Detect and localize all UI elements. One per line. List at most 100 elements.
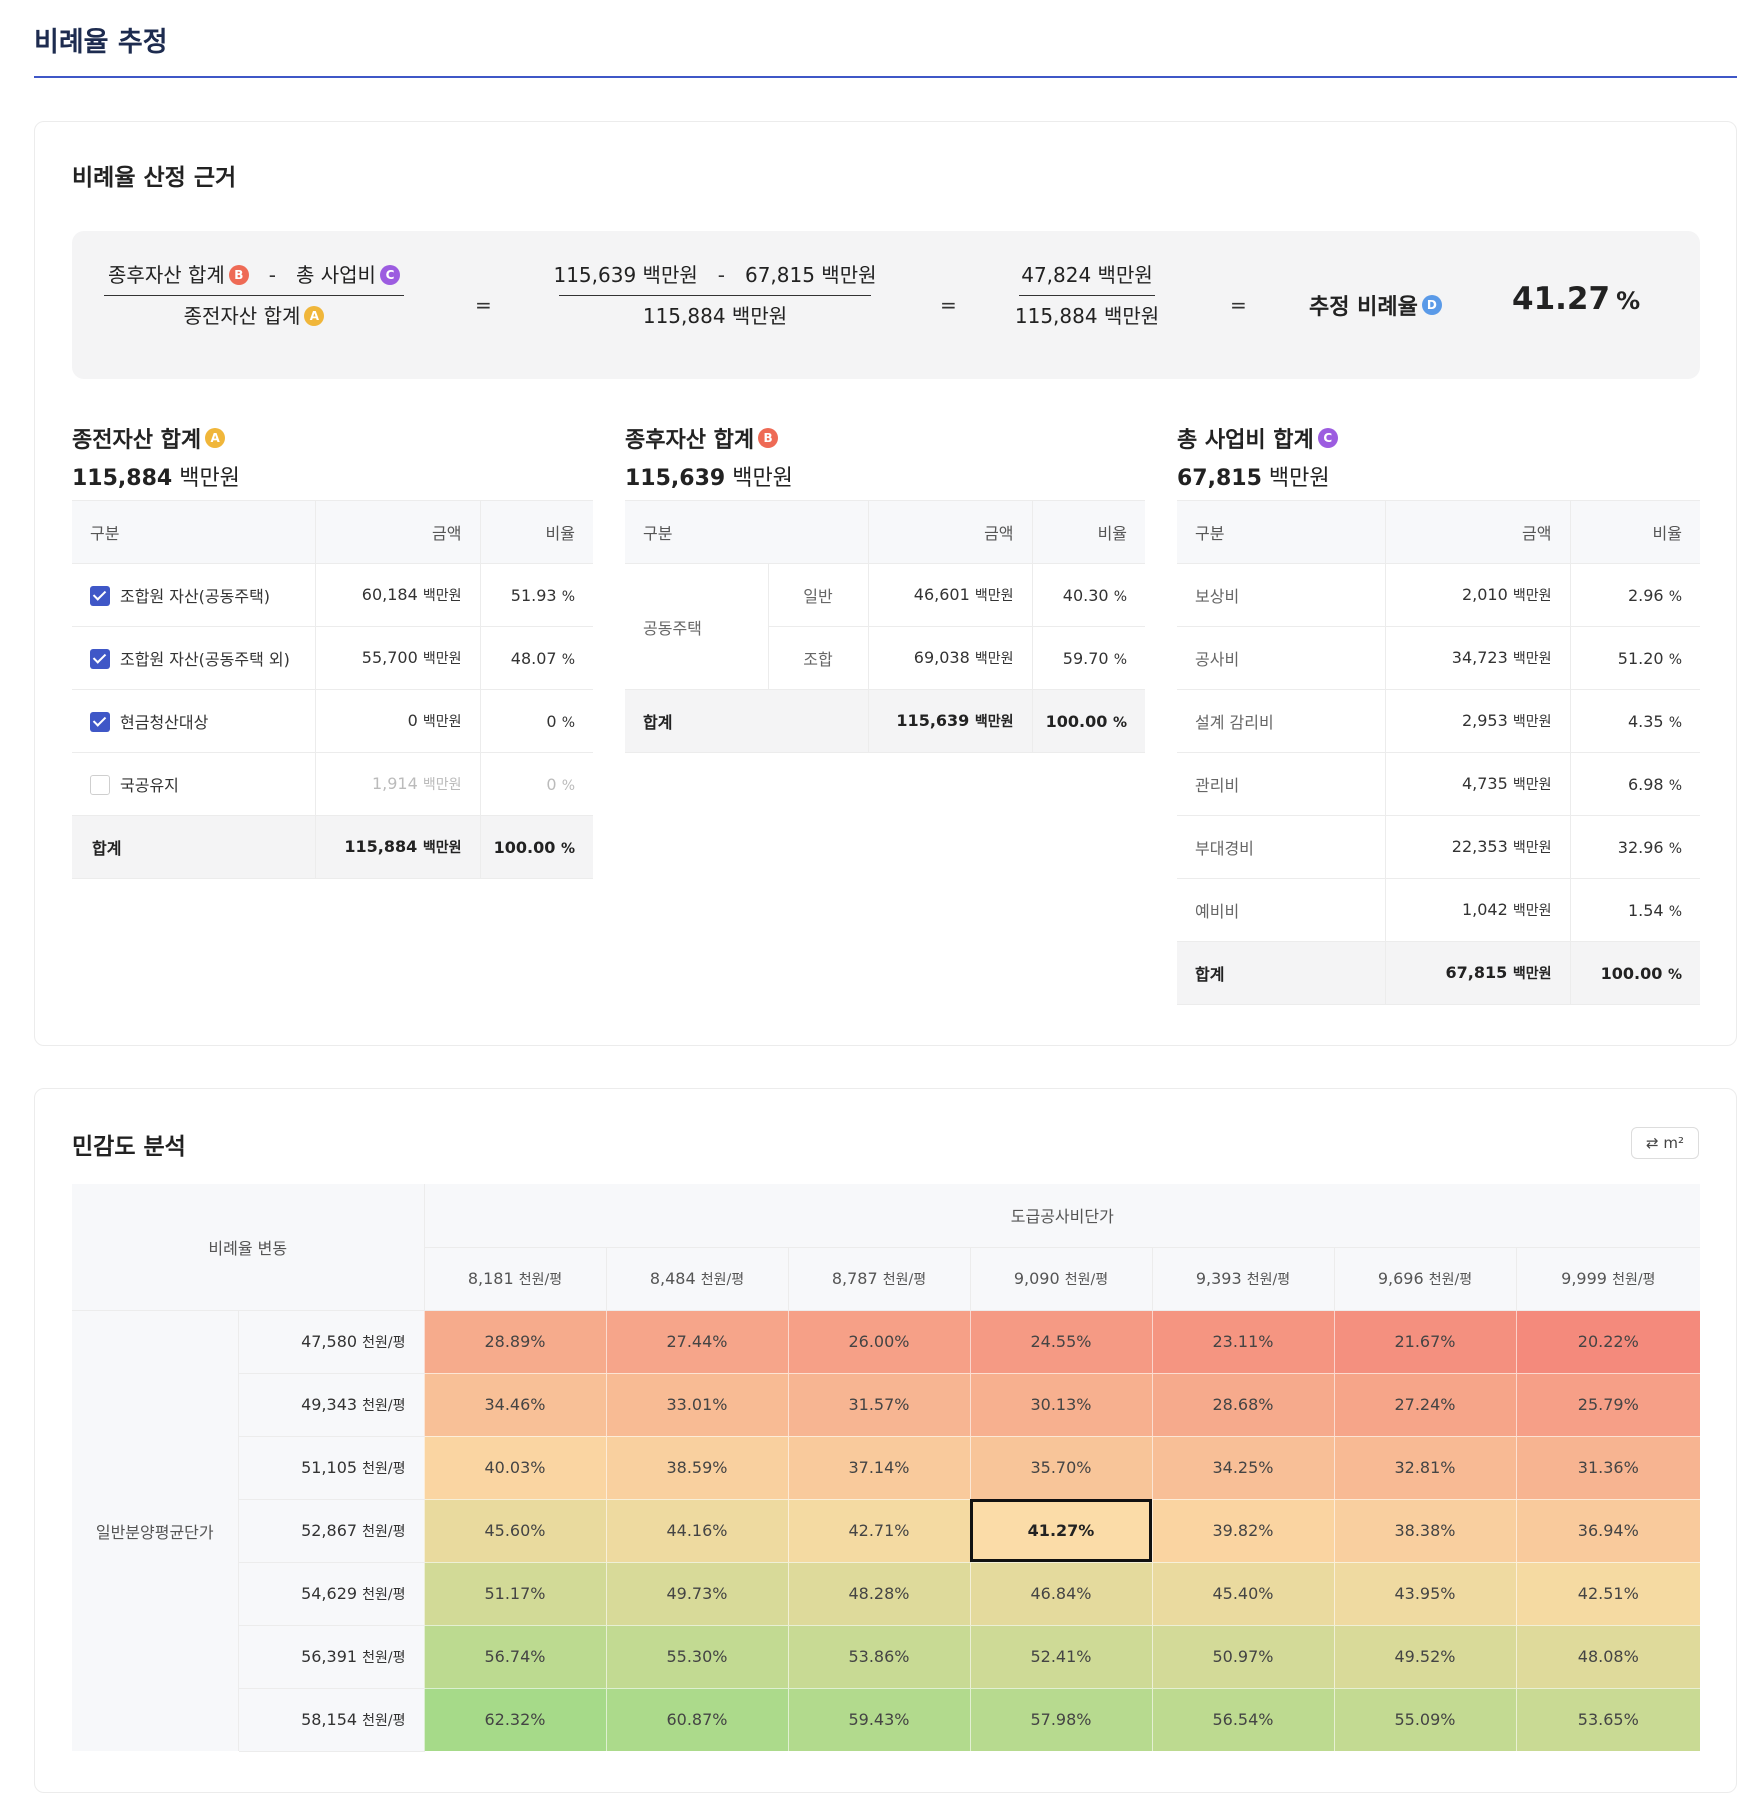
column-unit: 천원/평 [882, 1271, 927, 1288]
page-title: 비례율 추정 [34, 27, 168, 58]
col-header-ratio: 비율 [479, 500, 593, 564]
row-pct: % [1668, 588, 1682, 605]
heatmap-cell[interactable]: 49.73% [605, 1562, 788, 1626]
heatmap-cell[interactable]: 37.14% [787, 1436, 970, 1500]
heatmap-cell[interactable]: 42.51% [1515, 1562, 1701, 1626]
equals-sign-1: = [475, 293, 492, 317]
heatmap-cell[interactable]: 60.87% [605, 1688, 788, 1752]
heatmap-cell[interactable]: 44.16% [605, 1499, 788, 1563]
heatmap-cell[interactable]: 40.03% [423, 1436, 606, 1500]
table-row: 부대경비 22,353 백만원 32.96 % [1177, 815, 1700, 879]
row-unit: 천원/평 [362, 1334, 406, 1351]
heatmap-cell[interactable]: 31.57% [787, 1373, 970, 1437]
heatmap-cell[interactable]: 48.28% [787, 1562, 970, 1626]
column-value: 9,090 [1013, 1268, 1060, 1288]
column-header: 9,696 천원/평 [1333, 1247, 1516, 1311]
row-amount: 1,042 [1461, 900, 1508, 919]
unit-toggle-button[interactable]: ⇄ m² [1631, 1127, 1699, 1159]
row-pct: % [1668, 840, 1682, 857]
row-unit: 백만원 [422, 777, 462, 793]
row-amount: 2,010 [1461, 585, 1508, 604]
heatmap-cell[interactable]: 45.40% [1151, 1562, 1334, 1626]
row-ratio: 0 [546, 774, 557, 794]
table-row: 예비비 1,042 백만원 1.54 % [1177, 878, 1700, 942]
heatmap-cell[interactable]: 34.46% [423, 1373, 606, 1437]
heatmap-cell-selected[interactable]: 41.27% [969, 1499, 1152, 1563]
column-value: 8,484 [649, 1268, 696, 1288]
cost-title: 총 사업비 합계 C [1177, 422, 1338, 454]
heatmap-cell[interactable]: 53.65% [1515, 1688, 1701, 1752]
heatmap-cell[interactable]: 38.59% [605, 1436, 788, 1500]
heatmap-cell[interactable]: 33.01% [605, 1373, 788, 1437]
heatmap-cell[interactable]: 21.67% [1333, 1310, 1516, 1374]
heatmap-cell[interactable]: 34.25% [1151, 1436, 1334, 1500]
heatmap-cell[interactable]: 23.11% [1151, 1310, 1334, 1374]
heatmap-cell[interactable]: 46.84% [969, 1562, 1152, 1626]
checkbox-checked[interactable] [90, 586, 110, 607]
formula-minus: - [268, 263, 276, 287]
heatmap-cell[interactable]: 26.00% [787, 1310, 970, 1374]
checkbox-checked[interactable] [90, 649, 110, 670]
column-unit: 천원/평 [1428, 1271, 1473, 1288]
heatmap-cell[interactable]: 55.30% [605, 1625, 788, 1689]
heatmap-cell[interactable]: 27.24% [1333, 1373, 1516, 1437]
row-label: 현금청산대상 [120, 712, 209, 732]
formula-term-cost: 총 사업비 [296, 263, 376, 287]
row-pct: % [1113, 651, 1128, 668]
heatmap-cell[interactable]: 35.70% [969, 1436, 1152, 1500]
heatmap-cell[interactable]: 31.36% [1515, 1436, 1701, 1500]
row-amount: 4,735 [1461, 774, 1508, 793]
row-label: 부대경비 [1177, 815, 1385, 879]
col-header-amount: 금액 [314, 500, 480, 564]
heatmap-cell[interactable]: 59.43% [787, 1688, 970, 1752]
heatmap-cell[interactable]: 51.17% [423, 1562, 606, 1626]
formula-diff: 47,824 백만원 [1021, 263, 1153, 287]
heatmap-cell[interactable]: 25.79% [1515, 1373, 1701, 1437]
row-ratio: 51.20 [1617, 648, 1664, 668]
table-row: 보상비 2,010 백만원 2.96 % [1177, 563, 1700, 627]
heatmap-cell[interactable]: 48.08% [1515, 1625, 1701, 1689]
heatmap-cell[interactable]: 57.98% [969, 1688, 1152, 1752]
equals-sign-3: = [1230, 293, 1247, 317]
heatmap-cell[interactable]: 30.13% [969, 1373, 1152, 1437]
heatmap-cell[interactable]: 24.55% [969, 1310, 1152, 1374]
row-ratio: 59.70 [1062, 648, 1109, 668]
heatmap-cell[interactable]: 42.71% [787, 1499, 970, 1563]
row-value: 58,154 [301, 1709, 358, 1729]
row-label: 조합원 자산(공동주택) [120, 586, 271, 606]
heatmap-cell[interactable]: 62.32% [423, 1688, 606, 1752]
heatmap-cell[interactable]: 52.41% [969, 1625, 1152, 1689]
column-unit: 천원/평 [1246, 1271, 1291, 1288]
checkbox-checked[interactable] [90, 712, 110, 733]
heatmap-cell[interactable]: 38.38% [1333, 1499, 1516, 1563]
heatmap-cell[interactable]: 56.54% [1151, 1688, 1334, 1752]
row-unit: 천원/평 [362, 1460, 406, 1477]
row-amount: 55,700 [361, 648, 418, 667]
heatmap-cell[interactable]: 36.94% [1515, 1499, 1701, 1563]
heatmap-cell[interactable]: 20.22% [1515, 1310, 1701, 1374]
column-header: 9,999 천원/평 [1515, 1247, 1701, 1311]
heatmap-cell[interactable]: 32.81% [1333, 1436, 1516, 1500]
heatmap-cell[interactable]: 55.09% [1333, 1688, 1516, 1752]
row-pct: % [1113, 588, 1128, 605]
cost-title-text: 총 사업비 합계 [1177, 428, 1314, 453]
heatmap-cell[interactable]: 49.52% [1333, 1625, 1516, 1689]
heatmap-cell[interactable]: 53.86% [787, 1625, 970, 1689]
heatmap-cell[interactable]: 50.97% [1151, 1625, 1334, 1689]
row-amount: 69,038 [913, 648, 970, 667]
result-number: 41.27 [1512, 281, 1611, 317]
before-title: 종전자산 합계 A [72, 422, 226, 454]
heatmap-cell[interactable]: 27.44% [605, 1310, 788, 1374]
checkbox-unchecked[interactable] [90, 775, 110, 796]
sensitivity-table: 비례율 변동 도급공사비단가 8,181 천원/평 8,484 천원/평 8,787 천… [72, 1184, 1701, 1752]
formula-num-after: 115,639 백만원 [553, 263, 698, 287]
row-label: 예비비 [1177, 878, 1385, 942]
heatmap-cell[interactable]: 56.74% [423, 1625, 606, 1689]
heatmap-cell[interactable]: 28.68% [1151, 1373, 1334, 1437]
heatmap-cell[interactable]: 28.89% [423, 1310, 606, 1374]
total-ratio: 100.00 [493, 837, 556, 857]
row-unit: 천원/평 [362, 1397, 406, 1414]
heatmap-cell[interactable]: 43.95% [1333, 1562, 1516, 1626]
heatmap-cell[interactable]: 39.82% [1151, 1499, 1334, 1563]
heatmap-cell[interactable]: 45.60% [423, 1499, 606, 1563]
